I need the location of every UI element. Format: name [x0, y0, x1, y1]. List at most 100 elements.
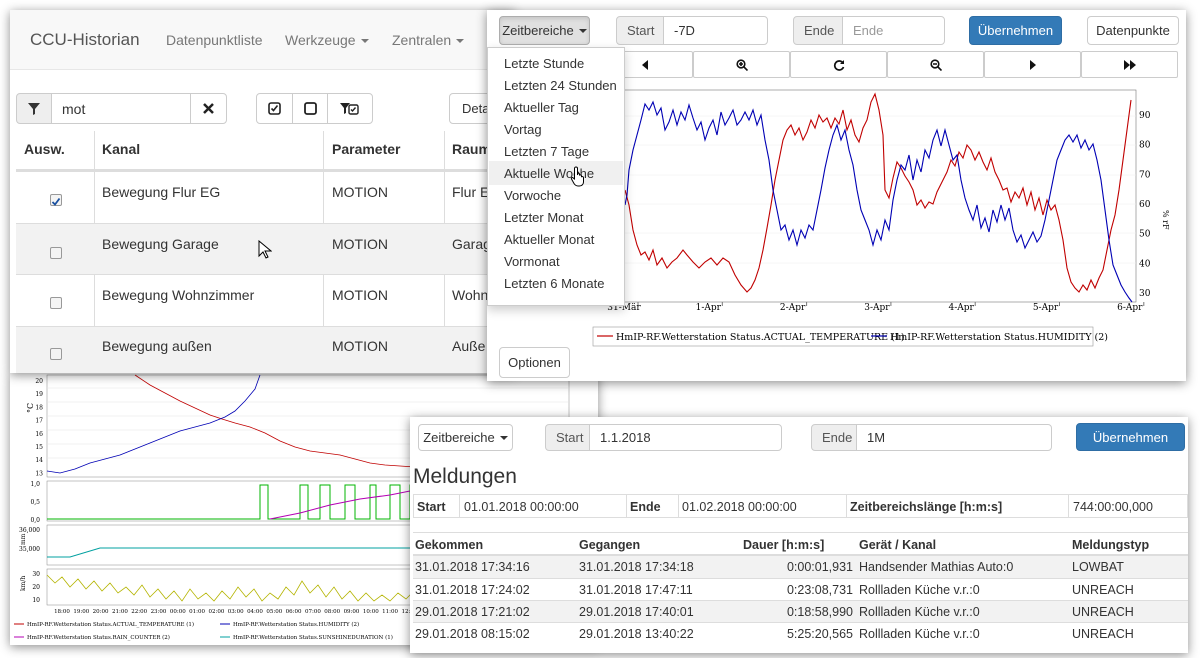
header-parameter[interactable]: Parameter [332, 141, 401, 157]
svg-text:36,000: 36,000 [19, 527, 40, 534]
x-tick-label: 1-Apr [696, 303, 722, 313]
step-forward-button[interactable] [984, 51, 1081, 78]
menu-item-letzter-monat[interactable]: Letzter Monat [504, 210, 584, 225]
brand[interactable]: CCU-Historian [30, 30, 140, 50]
header-geraet-kanal[interactable]: Gerät / Kanal [859, 538, 936, 552]
y2-tick-label: 90 [1139, 111, 1151, 121]
menu-item-letzte-stunde[interactable]: Letzte Stunde [504, 56, 584, 71]
nav-datenpunktliste[interactable]: Datenpunktliste [166, 32, 263, 48]
row-checkbox[interactable] [50, 297, 62, 309]
x-tick-label: 6-Apr [1117, 303, 1143, 313]
menu-item-letzten-6-monate[interactable]: Letzten 6 Monate [504, 276, 604, 291]
selection-button-group [256, 93, 373, 124]
apply-button[interactable]: Übernehmen [969, 16, 1062, 45]
svg-text:mm: mm [20, 533, 27, 545]
menu-item-aktueller-monat[interactable]: Aktueller Monat [504, 232, 594, 247]
header-raum[interactable]: Raum [452, 141, 491, 157]
header-gegangen[interactable]: Gegangen [579, 538, 640, 552]
messages-table: Gekommen Gegangen Dauer [h:m:s] Gerät / … [413, 532, 1188, 653]
back-x-tick-label: 23:00 [151, 609, 167, 615]
legend-temperature[interactable]: HmIP-RF.Wetterstation Status.ACTUAL_TEMP… [616, 332, 905, 343]
table-row[interactable]: 31.01.2018 17:34:16 31.01.2018 17:34:18 … [413, 556, 1188, 578]
filter-check-icon [340, 103, 359, 115]
zeitbereiche-dropdown-messages[interactable]: Zeitbereiche [418, 424, 513, 451]
menu-item-aktueller-tag[interactable]: Aktueller Tag [504, 100, 579, 115]
row-gegangen: 29.01.2018 13:40:22 [579, 627, 694, 641]
zoom-in-button[interactable] [693, 51, 790, 78]
messages-table-header: Gekommen Gegangen Dauer [h:m:s] Gerät / … [413, 533, 1188, 556]
y2-tick-label: 50 [1139, 230, 1151, 240]
menu-item-letzten-24-stunden[interactable]: Letzten 24 Stunden [504, 78, 617, 93]
filter-button[interactable] [16, 93, 52, 124]
table-row[interactable]: Bewegung außen MOTION Auße [16, 326, 515, 373]
table-row[interactable]: Bewegung Flur EG MOTION Flur E [16, 171, 515, 223]
menu-item-vorwoche[interactable]: Vorwoche [504, 188, 561, 203]
refresh-button[interactable] [790, 51, 887, 78]
fast-forward-button[interactable] [1081, 51, 1178, 78]
table-row[interactable]: 29.01.2018 08:15:02 29.01.2018 13:40:22 … [413, 622, 1188, 644]
row-checkbox[interactable] [50, 348, 62, 360]
row-checkbox[interactable] [50, 194, 62, 206]
row-parameter: MOTION [332, 287, 388, 303]
start-input[interactable]: -7D [663, 16, 768, 45]
select-filtered-button[interactable] [327, 93, 373, 124]
back-x-tick-label: 07:00 [305, 609, 321, 615]
zoom-out-button[interactable] [887, 51, 984, 78]
checkbox-empty-icon [303, 102, 317, 115]
back-legend-label: HmIP-RF.Wetterstation Status.SUNSHINEDUR… [233, 634, 393, 641]
messages-start-input[interactable]: 1.1.2018 [589, 424, 782, 451]
row-parameter: MOTION [332, 236, 388, 252]
back-legend-label: HmIP-RF.Wetterstation Status.RAIN_COUNTE… [27, 634, 170, 641]
legend-humidity[interactable]: HmIP-RF.Wetterstation Status.HUMIDITY (2… [890, 332, 1108, 343]
datapoint-list-window: CCU-Historian Datenpunktliste Werkzeuge … [10, 10, 515, 373]
back-x-tick-label: 19:00 [73, 609, 89, 615]
row-kanal: Bewegung außen [102, 338, 212, 354]
row-typ: UNREACH [1072, 627, 1134, 641]
header-dauer[interactable]: Dauer [h:m:s] [743, 538, 824, 552]
select-all-button[interactable] [256, 93, 293, 124]
back-x-tick-label: 20:00 [93, 609, 109, 615]
triangle-right-icon [1029, 59, 1036, 70]
back-x-tick-label: 11:00 [382, 609, 398, 615]
table-row[interactable]: Bewegung Wohnzimmer MOTION Wohn [16, 274, 515, 326]
menu-item-aktuelle-woche[interactable]: Aktuelle Woche [489, 161, 623, 185]
messages-apply-button[interactable]: Übernehmen [1076, 423, 1185, 451]
nav-werkzeuge[interactable]: Werkzeuge [285, 32, 369, 48]
menu-item-vortag[interactable]: Vortag [504, 122, 542, 137]
row-gekommen: 31.01.2018 17:34:16 [415, 560, 530, 574]
deselect-all-button[interactable] [292, 93, 328, 124]
options-button[interactable]: Optionen [499, 347, 570, 378]
header-gekommen[interactable]: Gekommen [415, 538, 483, 552]
table-row[interactable]: 31.01.2018 17:24:02 31.01.2018 17:47:11 … [413, 578, 1188, 600]
row-gekommen: 29.01.2018 08:15:02 [415, 627, 530, 641]
menu-item-letzten-7-tage[interactable]: Letzten 7 Tage [504, 144, 589, 159]
back-x-tick-label: 22:00 [131, 609, 147, 615]
y2-axis-label: % rF [1161, 210, 1170, 230]
header-meldungstyp[interactable]: Meldungstyp [1072, 538, 1149, 552]
filter-icon [28, 102, 40, 115]
clear-filter-button[interactable] [190, 93, 227, 124]
menu-item-vormonat[interactable]: Vormonat [504, 254, 560, 269]
svg-text:km/h: km/h [20, 576, 27, 591]
ende-input[interactable]: Ende [842, 16, 945, 45]
row-checkbox[interactable] [50, 247, 62, 259]
nav-zentralen[interactable]: Zentralen [392, 32, 465, 48]
back-y-tick-label: 13 [35, 470, 43, 477]
table-row[interactable]: Bewegung Garage MOTION Garag [16, 223, 515, 274]
filter-input[interactable]: mot [51, 93, 191, 124]
datapoints-button[interactable]: Datenpunkte [1087, 16, 1179, 45]
table-row[interactable]: 29.01.2018 17:21:02 29.01.2018 17:40:01 … [413, 600, 1188, 622]
messages-summary-table: Start 01.01.2018 00:00:00 Ende 01.02.201… [413, 494, 1188, 518]
zeitbereiche-dropdown[interactable]: Zeitbereiche [499, 16, 590, 45]
back-x-tick-label: 00:00 [170, 609, 186, 615]
back-x-tick-label: 02:00 [208, 609, 224, 615]
fast-forward-icon [1123, 59, 1136, 70]
row-kanal: Bewegung Garage [102, 236, 219, 252]
header-kanal[interactable]: Kanal [102, 141, 140, 157]
row-dauer: 0:23:08,731 [786, 583, 853, 597]
row-kanal: Bewegung Wohnzimmer [102, 287, 255, 303]
header-ausw[interactable]: Ausw. [24, 141, 65, 157]
row-geraet: Rollladen Küche v.r.:0 [859, 583, 980, 597]
messages-ende-input[interactable]: 1M [856, 424, 1052, 451]
y2-tick-label: 60 [1139, 200, 1151, 210]
